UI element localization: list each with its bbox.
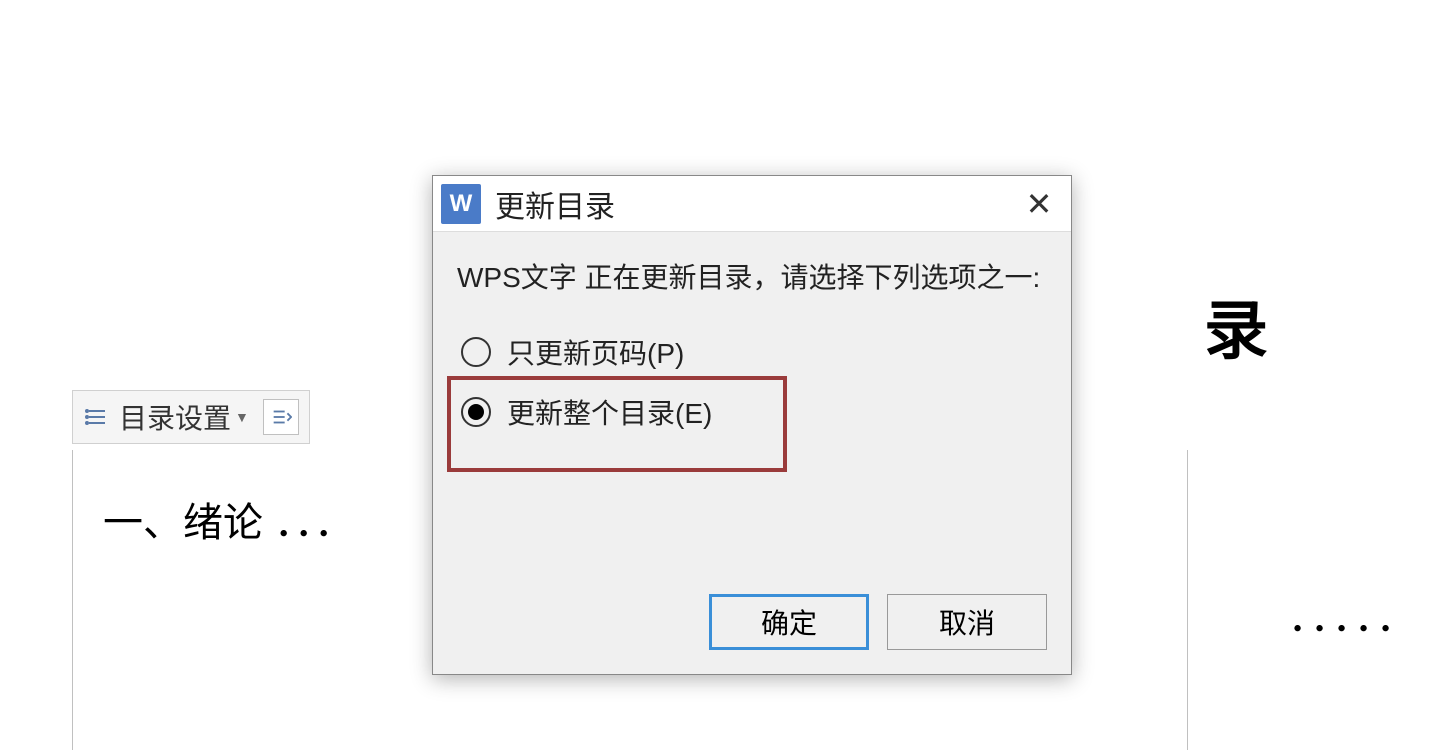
dialog-body: WPS文字 正在更新目录，请选择下列选项之一: 只更新页码(P) 更新整个目录(… (433, 232, 1071, 464)
radio-pages-only[interactable]: 只更新页码(P) (457, 322, 1047, 382)
radio-group: 只更新页码(P) 更新整个目录(E) (457, 322, 1047, 442)
dialog-title: 更新目录 (495, 182, 1015, 226)
toc-list-icon (83, 403, 111, 431)
dialog-button-row: 确定 取消 (709, 594, 1047, 650)
update-toc-dialog: W 更新目录 ✕ WPS文字 正在更新目录，请选择下列选项之一: 只更新页码(P… (432, 175, 1072, 675)
toc-settings-dropdown[interactable]: 目录设置 ▼ (119, 397, 249, 437)
toc-settings-label: 目录设置 (119, 397, 231, 437)
dialog-message: WPS文字 正在更新目录，请选择下列选项之一: (457, 254, 1047, 302)
cancel-button[interactable]: 取消 (887, 594, 1047, 650)
close-icon: ✕ (1026, 185, 1053, 223)
background-title-fragment: 录 (1204, 280, 1268, 372)
ok-button[interactable]: 确定 (709, 594, 869, 650)
wps-app-icon: W (441, 184, 481, 224)
radio-icon-checked (461, 397, 491, 427)
chevron-down-icon: ▼ (235, 409, 249, 425)
radio-entire-directory-label: 更新整个目录(E) (507, 392, 712, 432)
toc-update-button[interactable] (263, 399, 299, 435)
background-dots: ．．．．． (1288, 585, 1418, 643)
radio-icon (461, 337, 491, 367)
radio-pages-only-label: 只更新页码(P) (507, 332, 684, 372)
dialog-titlebar: W 更新目录 ✕ (433, 176, 1071, 232)
close-button[interactable]: ✕ (1015, 180, 1063, 228)
toc-toolbar: 目录设置 ▼ (72, 390, 310, 444)
radio-entire-directory[interactable]: 更新整个目录(E) (457, 382, 1047, 442)
